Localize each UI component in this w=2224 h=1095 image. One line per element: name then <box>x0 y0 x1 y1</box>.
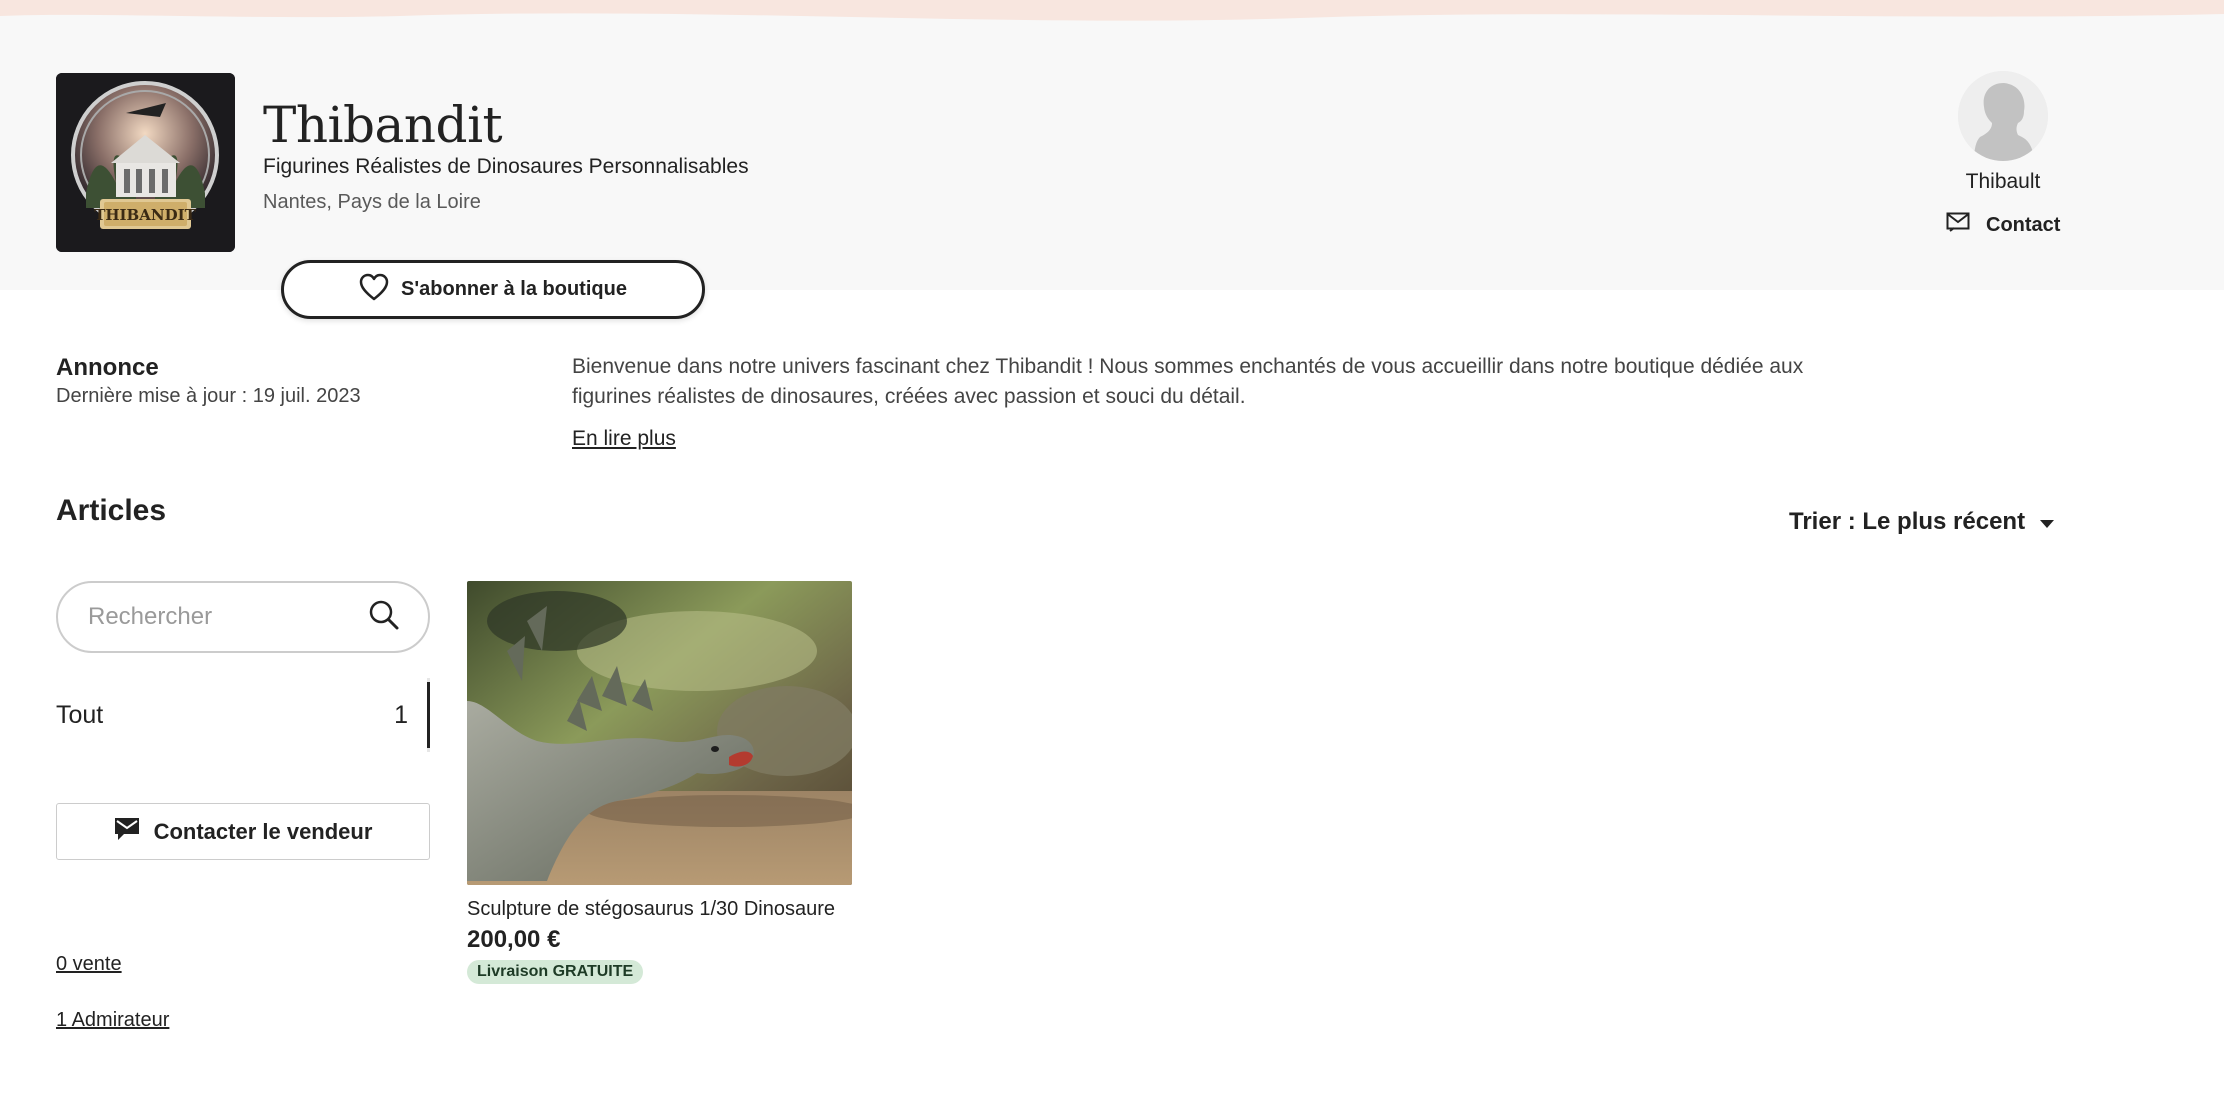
follow-shop-button[interactable]: S'abonner à la boutique <box>281 260 705 319</box>
listing-title[interactable]: Sculpture de stégosaurus 1/30 Dinosaure <box>467 898 852 921</box>
owner-contact-label: Contact <box>1986 213 2061 236</box>
decorative-wave <box>0 0 2224 36</box>
announcement-title: Annonce <box>56 354 159 381</box>
category-selected-indicator <box>427 682 430 748</box>
contact-seller-label: Contacter le vendeur <box>153 818 373 844</box>
listing-card[interactable]: Sculpture de stégosaurus 1/30 Dinosaure … <box>467 581 852 984</box>
read-more-link[interactable]: En lire plus <box>572 427 676 451</box>
sort-dropdown[interactable]: Trier : Le plus récent <box>1789 508 2055 536</box>
shop-logo: THIBANDIT <box>56 73 235 252</box>
contact-seller-button[interactable]: Contacter le vendeur <box>56 803 430 860</box>
owner-avatar[interactable] <box>1958 71 2048 161</box>
caret-down-icon <box>2039 508 2055 536</box>
listing-image[interactable] <box>467 581 852 885</box>
articles-heading: Articles <box>56 494 167 527</box>
owner-contact-link[interactable]: Contact <box>1946 212 2060 238</box>
announcement-text: Bienvenue dans notre univers fascinant c… <box>572 355 1804 408</box>
sort-label: Trier : Le plus récent <box>1789 508 2026 535</box>
search-icon[interactable] <box>368 599 400 636</box>
category-item-all[interactable]: Tout 1 <box>56 678 430 752</box>
mail-icon <box>1946 212 1970 238</box>
shop-tagline: Figurines Réalistes de Dinosaures Person… <box>263 155 749 178</box>
category-count: 1 <box>394 700 408 729</box>
owner-name: Thibault <box>1965 170 2041 193</box>
shop-name: Thibandit <box>263 96 503 154</box>
admirers-link[interactable]: 1 Admirateur <box>56 1009 169 1032</box>
announcement-date: Dernière mise à jour : 19 juil. 2023 <box>56 385 361 407</box>
message-icon <box>114 817 140 847</box>
free-shipping-badge: Livraison GRATUITE <box>467 960 644 984</box>
shop-search <box>56 581 430 653</box>
sales-count-link[interactable]: 0 vente <box>56 953 122 976</box>
listing-price: 200,00 € <box>467 926 561 953</box>
shop-logo-text: THIBANDIT <box>94 206 196 224</box>
follow-shop-label: S'abonner à la boutique <box>401 278 627 300</box>
category-label: Tout <box>56 700 104 729</box>
heart-icon <box>359 273 389 307</box>
shop-location: Nantes, Pays de la Loire <box>263 191 481 213</box>
search-input[interactable] <box>86 602 350 632</box>
